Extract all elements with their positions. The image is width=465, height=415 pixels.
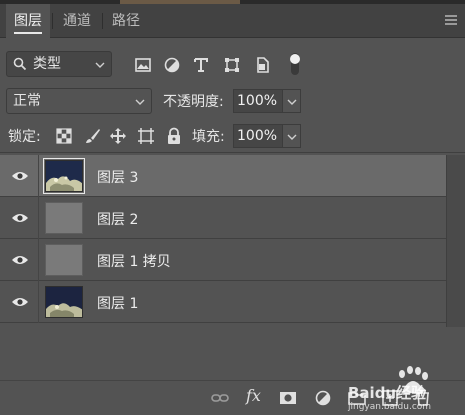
blend-mode-value: 正常 xyxy=(13,93,41,109)
visibility-eye-icon[interactable] xyxy=(11,254,29,266)
lock-row: 锁定: 填充: 100% xyxy=(0,119,465,153)
blend-mode-select[interactable]: 正常 xyxy=(6,88,152,114)
opacity-input[interactable]: 100% xyxy=(233,89,283,113)
tab-paths[interactable]: 路径 xyxy=(104,4,148,38)
layer-name[interactable]: 图层 3 xyxy=(97,167,138,187)
lock-artboard-icon[interactable] xyxy=(137,127,155,145)
tab-divider xyxy=(52,13,53,29)
opacity-dropdown[interactable] xyxy=(283,89,301,113)
panel-menu-icon[interactable] xyxy=(445,13,459,27)
divider xyxy=(38,239,39,281)
layer-row-2[interactable]: 图层 2 xyxy=(0,197,446,239)
panel-tabbar: 图层 通道 路径 xyxy=(0,4,465,38)
filter-toggle-icon[interactable] xyxy=(287,51,303,77)
tab-channels[interactable]: 通道 xyxy=(55,4,99,38)
layer-filter-row: 类型 xyxy=(0,43,465,85)
link-layers-icon[interactable] xyxy=(211,389,229,407)
adjustment-filter-icon[interactable] xyxy=(162,55,182,75)
layer-row-1-copy[interactable]: 图层 1 拷贝 xyxy=(0,239,446,281)
smart-object-filter-icon[interactable] xyxy=(252,55,272,75)
baidu-watermark: Baidu经验 jingyan.baidu.com xyxy=(342,362,465,415)
visibility-eye-icon[interactable] xyxy=(11,212,29,224)
divider xyxy=(38,155,39,197)
visibility-eye-icon[interactable] xyxy=(11,296,29,308)
layer-thumbnail[interactable] xyxy=(45,244,83,276)
layer-row-1[interactable]: 图层 1 xyxy=(0,281,446,323)
layer-name[interactable]: 图层 1 拷贝 xyxy=(97,251,171,271)
filter-kind-label: 类型 xyxy=(33,56,61,72)
search-icon xyxy=(13,57,27,71)
fill-label: 填充: xyxy=(192,129,225,145)
opacity-label: 不透明度: xyxy=(163,94,224,110)
layer-name[interactable]: 图层 2 xyxy=(97,209,138,229)
fill-input[interactable]: 100% xyxy=(233,124,283,148)
fill-dropdown[interactable] xyxy=(283,124,301,148)
visibility-eye-icon[interactable] xyxy=(11,170,29,182)
watermark-subtext: jingyan.baidu.com xyxy=(348,402,432,412)
type-filter-icon[interactable] xyxy=(191,55,211,75)
chevron-down-icon xyxy=(95,62,105,68)
layer-thumbnail[interactable] xyxy=(45,202,83,234)
watermark-text: Baidu经验 xyxy=(348,384,427,402)
filter-kind-select[interactable]: 类型 xyxy=(6,51,112,77)
lock-position-icon[interactable] xyxy=(109,127,127,145)
layers-scrollbar[interactable] xyxy=(446,155,465,327)
fx-icon[interactable]: fx xyxy=(246,386,261,405)
layer-thumbnail[interactable] xyxy=(43,158,85,194)
chevron-down-icon xyxy=(287,134,297,140)
lock-all-icon[interactable] xyxy=(165,127,183,145)
chevron-down-icon xyxy=(135,99,145,105)
lock-label: 锁定: xyxy=(8,129,41,145)
chevron-down-icon xyxy=(287,99,297,105)
layer-thumbnail[interactable] xyxy=(45,286,83,318)
adjustment-layer-icon[interactable] xyxy=(314,389,332,407)
divider xyxy=(38,281,39,323)
divider xyxy=(38,197,39,239)
lock-transparent-pixels-icon[interactable] xyxy=(55,127,73,145)
layer-name[interactable]: 图层 1 xyxy=(97,293,138,313)
shape-filter-icon[interactable] xyxy=(222,55,242,75)
add-mask-icon[interactable] xyxy=(279,389,297,407)
image-filter-icon[interactable] xyxy=(133,55,153,75)
tab-divider xyxy=(102,13,103,29)
blend-row: 正常 不透明度: 100% xyxy=(0,85,465,119)
layer-row-3[interactable]: 图层 3 xyxy=(0,155,446,197)
tab-layers[interactable]: 图层 xyxy=(6,4,50,38)
layers-list: 图层 3 图层 2 图层 1 拷贝 图层 1 xyxy=(0,155,446,325)
lock-image-pixels-icon[interactable] xyxy=(84,127,102,145)
